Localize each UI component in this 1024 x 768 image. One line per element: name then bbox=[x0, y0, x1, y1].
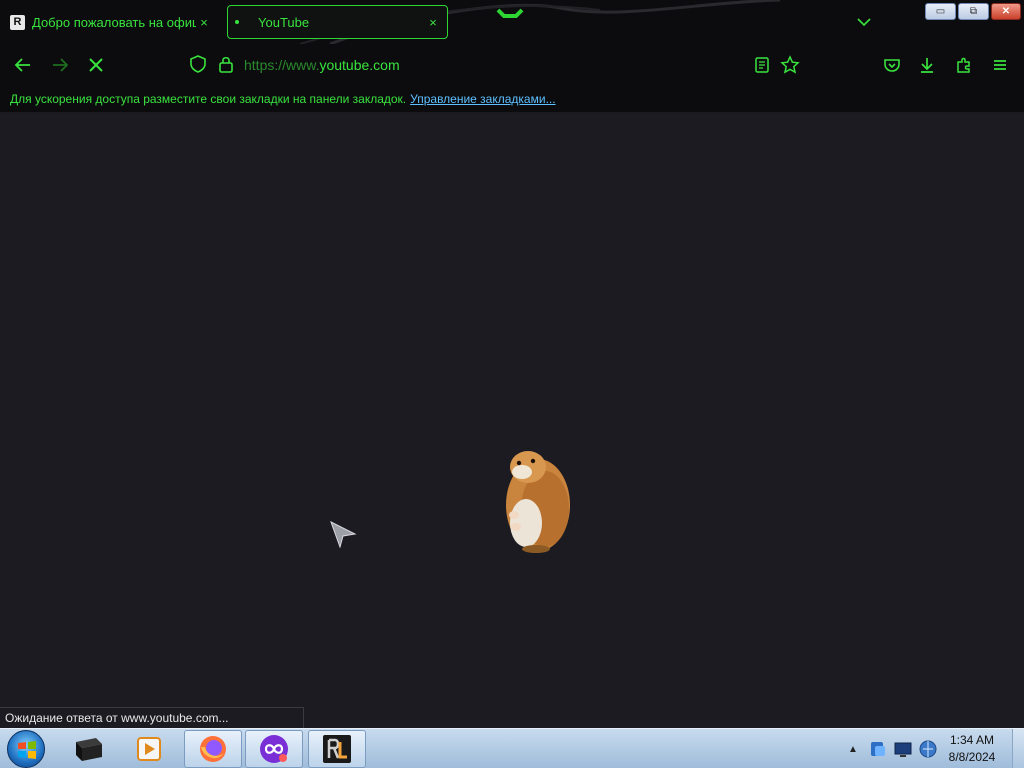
screen: R Добро пожаловать на офици × YouTube × … bbox=[0, 0, 1024, 768]
menu-icon[interactable] bbox=[990, 55, 1010, 75]
tab-youtube[interactable]: YouTube × bbox=[227, 5, 448, 39]
clock-time: 1:34 AM bbox=[949, 733, 995, 747]
r-favicon-icon: R bbox=[10, 14, 25, 30]
reader-view-icon[interactable] bbox=[752, 55, 772, 75]
monitor-icon[interactable] bbox=[892, 738, 914, 760]
taskbar-loop-app[interactable] bbox=[245, 730, 303, 768]
tray-expand-arrow-icon[interactable]: ▲ bbox=[842, 738, 864, 760]
url-domain: youtube.com bbox=[319, 57, 400, 73]
network-app-icon[interactable] bbox=[867, 738, 889, 760]
address-bar[interactable]: https://www.youtube.com bbox=[180, 50, 740, 80]
manage-bookmarks-link[interactable]: Управление закладками... bbox=[410, 92, 555, 106]
hamster-loading-image bbox=[506, 451, 570, 553]
window-controls: ▭ ⧉ ✕ bbox=[925, 3, 1023, 20]
taskbar: ▲ 1:34 AM 8/8/2024 bbox=[0, 728, 1024, 768]
show-desktop-button[interactable] bbox=[1012, 729, 1024, 768]
tab-title: YouTube bbox=[258, 14, 310, 30]
bookmarks-hint-text: Для ускорения доступа разместите свои за… bbox=[10, 92, 407, 106]
tab-close-icon[interactable]: × bbox=[425, 15, 441, 30]
minimize-button[interactable]: ▭ bbox=[925, 3, 956, 20]
taskbar-firefox[interactable] bbox=[184, 730, 242, 768]
download-icon[interactable] bbox=[917, 55, 937, 75]
loading-dot-icon bbox=[235, 20, 239, 24]
url-text[interactable]: https://www.youtube.com bbox=[244, 57, 400, 73]
lock-icon[interactable] bbox=[216, 54, 236, 74]
taskbar-media-player[interactable] bbox=[120, 730, 178, 768]
taskbar-rl-launcher[interactable] bbox=[308, 730, 366, 768]
tab-welcome[interactable]: R Добро пожаловать на офици × bbox=[4, 5, 218, 39]
close-button[interactable]: ✕ bbox=[991, 3, 1021, 20]
page-content[interactable] bbox=[0, 114, 1024, 728]
nav-toolbar: https://www.youtube.com bbox=[0, 44, 1024, 86]
cmd-icon bbox=[76, 738, 102, 761]
tab-title: Добро пожаловать на офици bbox=[32, 14, 196, 30]
rl-launcher-icon bbox=[323, 735, 351, 763]
taskbar-clock[interactable]: 1:34 AM 8/8/2024 bbox=[936, 732, 1008, 766]
tab-close-icon[interactable]: × bbox=[196, 15, 212, 30]
forward-icon[interactable] bbox=[50, 55, 70, 75]
pocket-icon[interactable] bbox=[882, 55, 902, 75]
chevron-down-icon[interactable] bbox=[855, 13, 873, 31]
restore-button[interactable]: ⧉ bbox=[958, 3, 989, 20]
system-tray: ▲ bbox=[842, 729, 942, 768]
loop-app-icon bbox=[260, 735, 288, 763]
bookmark-star-icon[interactable] bbox=[780, 55, 800, 75]
shield-icon[interactable] bbox=[188, 54, 208, 74]
stop-icon[interactable] bbox=[86, 55, 106, 75]
start-button[interactable] bbox=[7, 730, 45, 768]
mouse-cursor-icon bbox=[330, 520, 357, 548]
taskbar-cmd[interactable] bbox=[60, 730, 118, 768]
bookmarks-toolbar: Для ускорения доступа разместите свои за… bbox=[0, 86, 1024, 113]
firefox-icon bbox=[200, 736, 226, 762]
extensions-icon[interactable] bbox=[954, 55, 974, 75]
url-prefix: https://www. bbox=[244, 57, 320, 73]
status-bar: Ожидание ответа от www.youtube.com... bbox=[0, 707, 304, 729]
clock-date: 8/8/2024 bbox=[948, 750, 996, 764]
media-player-icon bbox=[137, 737, 161, 761]
back-icon[interactable] bbox=[13, 55, 33, 75]
tab-strip: R Добро пожаловать на офици × YouTube × … bbox=[0, 0, 1024, 44]
windows-logo-icon bbox=[18, 741, 36, 759]
